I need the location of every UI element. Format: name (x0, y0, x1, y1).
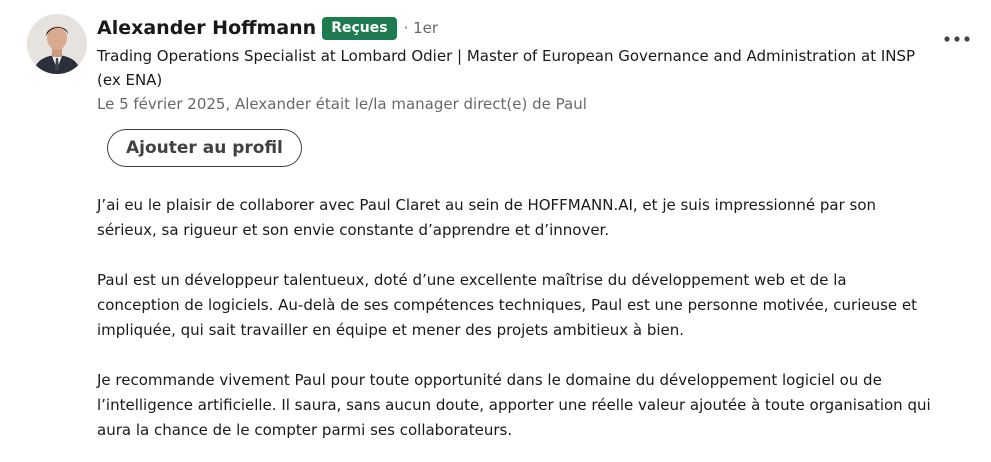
profile-photo (27, 14, 87, 74)
recommendation-card: Alexander Hoffmann Reçues · 1er Trading … (0, 0, 991, 462)
connection-degree: · 1er (403, 19, 439, 37)
recommendation-paragraph: Paul est un développeur talentueux, doté… (97, 271, 918, 339)
author-info: Alexander Hoffmann Reçues · 1er Trading … (97, 14, 927, 116)
recommendation-paragraph: Je recommande vivement Paul pour toute o… (97, 371, 931, 439)
ellipsis-icon (944, 36, 970, 42)
more-options-button[interactable] (938, 26, 976, 52)
avatar[interactable] (27, 14, 87, 74)
relationship-note: Le 5 février 2025, Alexander était le/la… (97, 95, 587, 113)
recommendation-text: J’ai eu le plaisir de collaborer avec Pa… (97, 193, 932, 462)
status-badge: Reçues (322, 16, 397, 40)
author-name[interactable]: Alexander Hoffmann (97, 17, 316, 39)
recommendation-paragraph: J’ai eu le plaisir de collaborer avec Pa… (97, 196, 877, 239)
author-headline: Trading Operations Specialist at Lombard… (97, 47, 916, 89)
add-to-profile-button[interactable]: Ajouter au profil (107, 129, 302, 167)
name-row: Alexander Hoffmann Reçues · 1er (97, 14, 927, 42)
